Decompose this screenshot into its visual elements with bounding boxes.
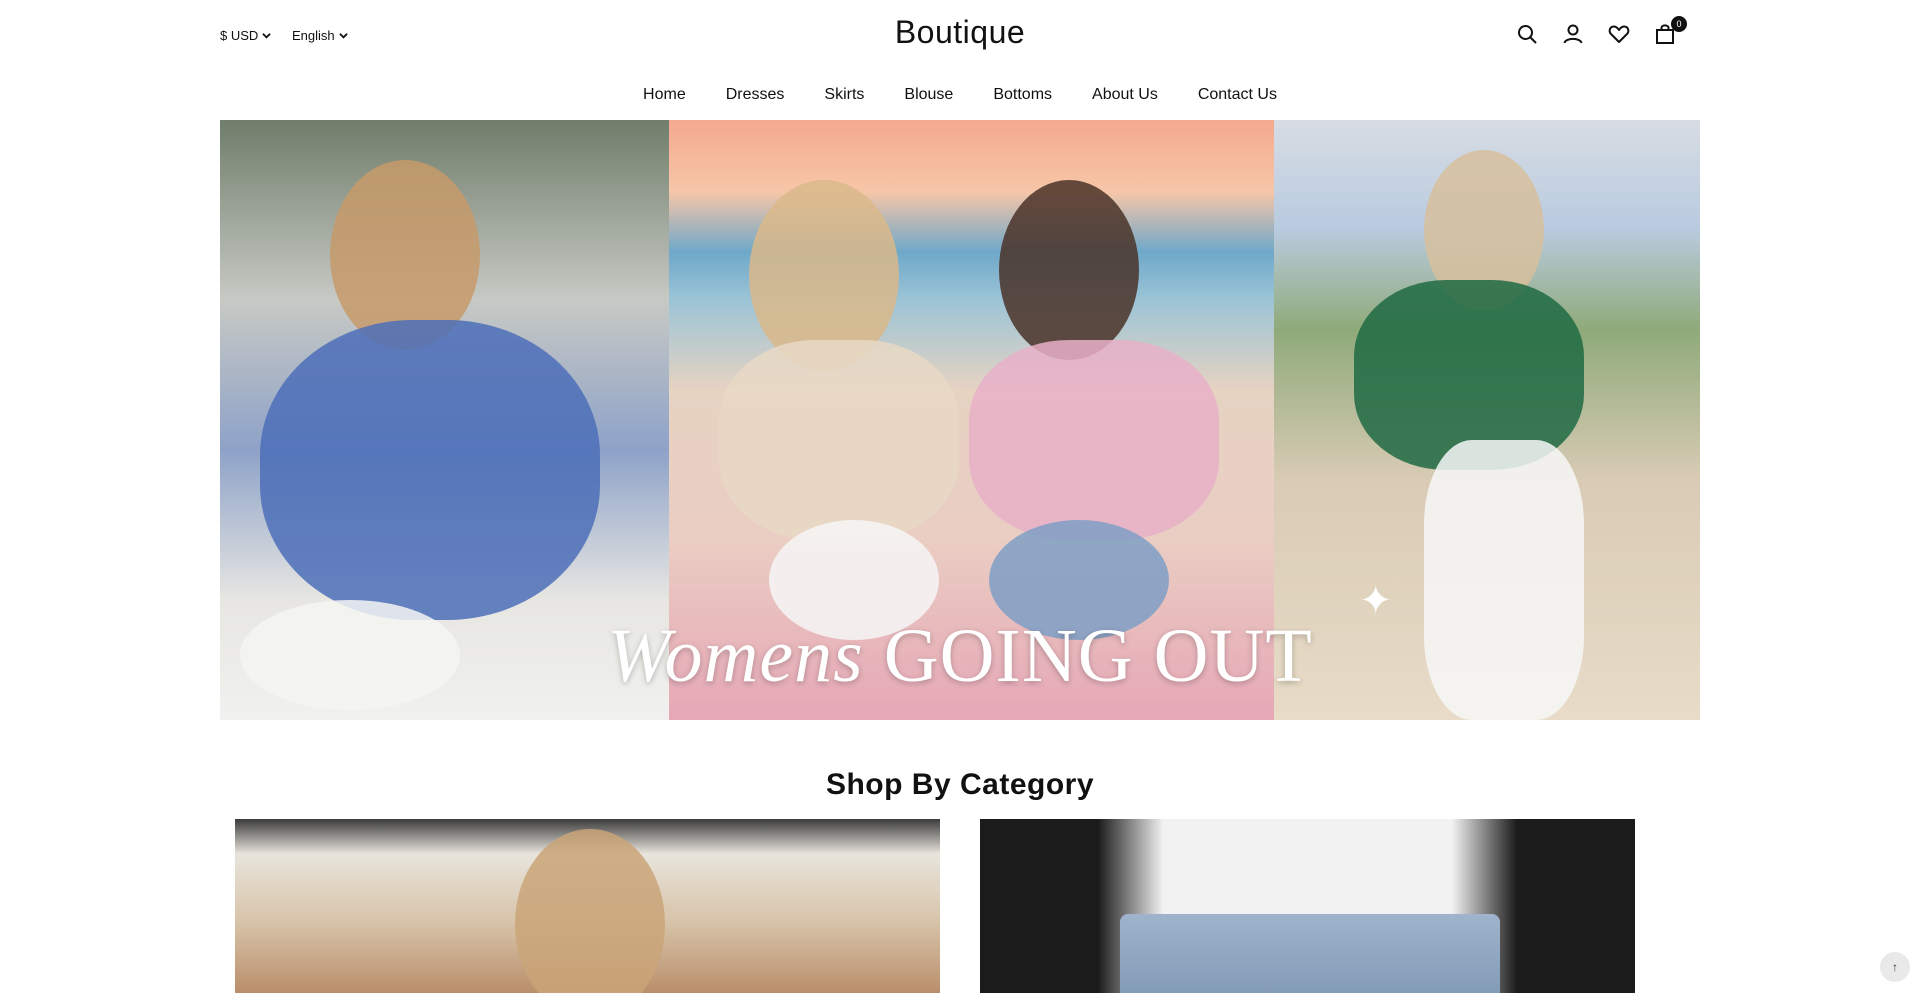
nav-item-contact-us[interactable]: Contact Us [1178, 84, 1297, 106]
site-header: $ USD English Boutique 0 [0, 0, 1920, 70]
category-card-dresses-image[interactable] [235, 819, 940, 993]
site-logo[interactable]: Boutique [0, 14, 1920, 51]
hero-banner-text: Womens GOING OUT [220, 613, 1700, 700]
wishlist-icon[interactable] [1607, 22, 1631, 46]
category-card-bottoms-image[interactable] [980, 819, 1635, 993]
nav-item-skirts[interactable]: Skirts [804, 84, 884, 106]
section-title: Shop By Category [825, 768, 1095, 801]
cart-button[interactable]: 0 [1653, 16, 1687, 46]
nav-item-blouse[interactable]: Blouse [884, 84, 973, 106]
nav-item-about-us[interactable]: About Us [1072, 84, 1178, 106]
main-nav: Home Dresses Skirts Blouse Bottoms About… [0, 84, 1920, 106]
cart-count-badge: 0 [1671, 16, 1687, 32]
hero-banner-caps: GOING OUT [883, 614, 1313, 698]
arrow-up-icon: ↑ [1892, 960, 1898, 974]
hero-banner[interactable]: ✦ Womens GOING OUT [220, 120, 1700, 720]
search-icon[interactable] [1515, 22, 1539, 46]
hero-banner-script: Womens [607, 614, 864, 698]
jeans-image [1120, 914, 1500, 993]
account-icon[interactable] [1561, 22, 1585, 46]
nav-item-home[interactable]: Home [623, 84, 706, 106]
scroll-to-top-button[interactable]: ↑ [1880, 952, 1910, 982]
nav-item-dresses[interactable]: Dresses [706, 84, 805, 106]
nav-item-bottoms[interactable]: Bottoms [973, 84, 1072, 106]
